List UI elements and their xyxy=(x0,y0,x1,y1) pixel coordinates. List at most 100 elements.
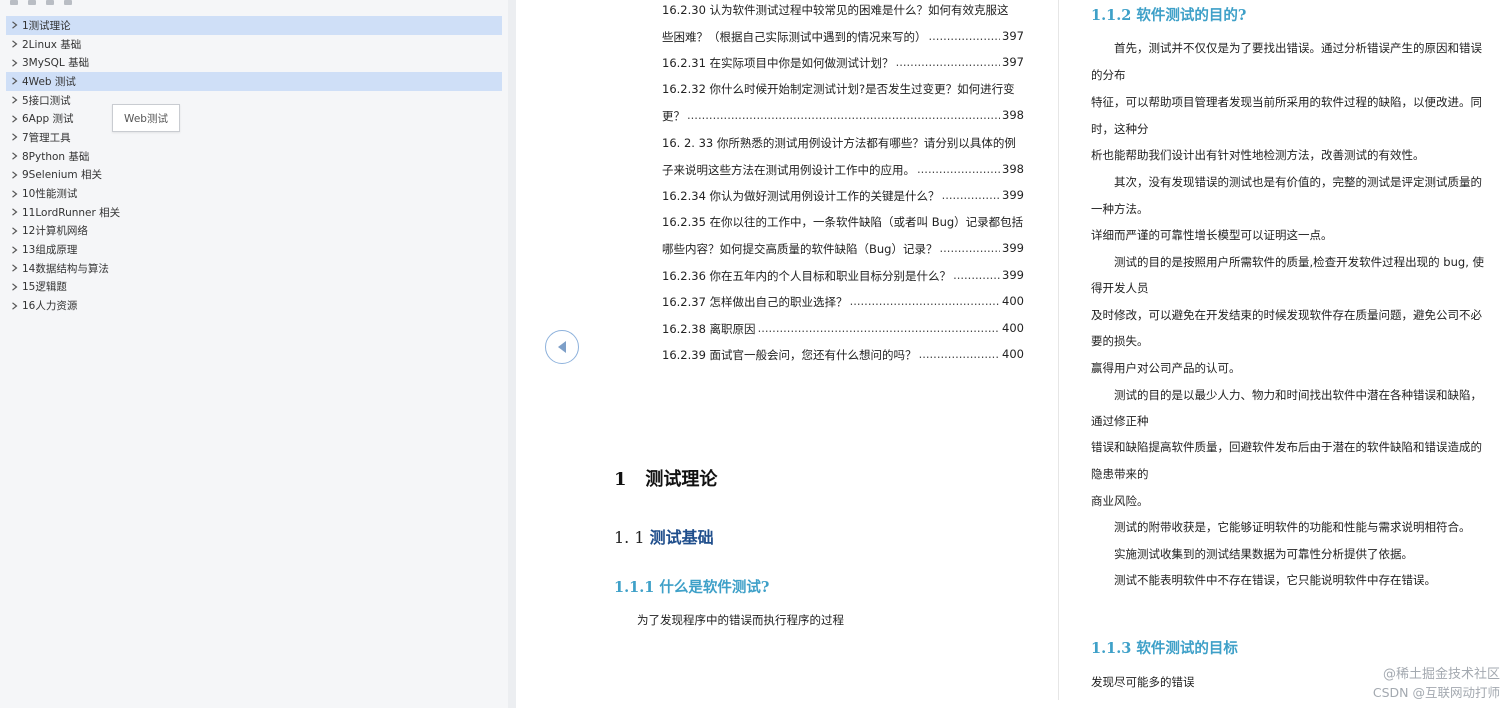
toc-entry-text: 哪些内容？如何提交高质量的软件缺陷（Bug）记录？ xyxy=(662,242,938,256)
toc-entry-16-2-36[interactable]: 16.2.36 你在五年内的个人目标和职业目标分别是什么？ 399 xyxy=(662,268,1024,284)
outline-item[interactable]: 14数据结构与算法 xyxy=(6,259,502,278)
toc-entry-16-2-30-line1[interactable]: 16.2.30 认为软件测试过程中较常见的困难是什么？如何有效克服这 xyxy=(662,2,1024,18)
toc-leader xyxy=(942,188,1000,204)
chevron-right-icon[interactable] xyxy=(6,301,22,310)
outline-item-label: 16人力资源 xyxy=(22,300,78,313)
outline-item[interactable]: 1测试理论 xyxy=(6,16,502,35)
outline-item[interactable]: 2Linux 基础 xyxy=(6,35,502,54)
toc-entry-16-2-33[interactable]: 子来说明这些方法在测试用例设计工作中的应用。 398 xyxy=(662,162,1024,178)
sidebar-splitter[interactable] xyxy=(508,0,516,708)
toc-entry-16-2-38[interactable]: 16.2.38 离职原因 400 xyxy=(662,321,1024,337)
outline-item[interactable]: 7管理工具 xyxy=(6,128,502,147)
toc-page-number: 400 xyxy=(1002,347,1024,361)
outline-item-label: 8Python 基础 xyxy=(22,150,90,163)
toc-leader xyxy=(687,108,1000,124)
toc-entry-16-2-34[interactable]: 16.2.34 你认为做好测试用例设计工作的关键是什么？ 399 xyxy=(662,188,1024,204)
outline-item[interactable]: 6App 测试 xyxy=(6,109,502,128)
chevron-right-icon[interactable] xyxy=(6,77,22,86)
toolbar-button-2[interactable] xyxy=(28,0,36,5)
outline-item-label: 12计算机网络 xyxy=(22,225,88,238)
chevron-right-icon[interactable] xyxy=(6,264,22,272)
body-text-line: 特征，可以帮助项目管理者发现当前所采用的软件过程的缺陷，以便改进。同 xyxy=(1091,95,1482,109)
chevron-right-icon[interactable] xyxy=(6,96,22,104)
toc-entry-16-2-32-line1[interactable]: 16.2.32 你什么时候开始制定测试计划?是否发生过变更？如何进行变 xyxy=(662,81,1024,97)
body-text-line: 要的损失。 xyxy=(1091,334,1149,348)
toolbar-button-1[interactable] xyxy=(10,0,18,5)
toc-entry-16-2-32[interactable]: 更？ 398 xyxy=(662,108,1024,124)
body-text-line: 测试不能表明软件中不存在错误，它只能说明软件中存在错误。 xyxy=(1114,573,1436,587)
outline-sidebar: 1测试理论 2Linux 基础 3MySQL 基础 4Web 测试 5接口测试 6App … xyxy=(0,0,509,708)
toc-page-number: 399 xyxy=(1002,188,1024,202)
toc-leader xyxy=(850,294,1000,310)
body-text-line: 隐患带来的 xyxy=(1091,467,1149,481)
chapter-number: 1 xyxy=(614,469,627,490)
triangle-left-icon xyxy=(558,341,566,353)
outline-item-label: 7管理工具 xyxy=(22,131,71,144)
outline-item[interactable]: 10性能测试 xyxy=(6,184,502,203)
toc-entry-16-2-37[interactable]: 16.2.37 怎样做出自己的职业选择？ 400 xyxy=(662,294,1024,310)
toc-page-number: 397 xyxy=(1002,29,1024,43)
outline-item[interactable]: 8Python 基础 xyxy=(6,147,502,166)
chevron-right-icon[interactable] xyxy=(6,59,22,67)
toc-page-number: 399 xyxy=(1002,241,1024,255)
chevron-right-icon[interactable] xyxy=(6,283,22,291)
toc-leader xyxy=(758,321,1000,337)
toc-leader xyxy=(896,55,1000,71)
toc-entry-text: 16.2.38 离职原因 xyxy=(662,322,756,336)
chevron-right-icon[interactable] xyxy=(6,227,22,235)
toc-entry-text: 子来说明这些方法在测试用例设计工作中的应用。 xyxy=(662,163,915,177)
body-text-line: 测试的目的是按照用户所需软件的质量,检查开发软件过程出现的 bug, 使 xyxy=(1114,255,1485,269)
chevron-right-icon[interactable] xyxy=(6,189,22,198)
outline-item[interactable]: 12计算机网络 xyxy=(6,222,502,241)
toc-leader xyxy=(929,29,1001,45)
subsection-heading-1-1-3: 1.1.3 软件测试的目标 xyxy=(1091,640,1238,657)
toc-page-number: 400 xyxy=(1002,294,1024,308)
subsection-heading-1-1-1: 1.1.1 什么是软件测试? xyxy=(614,579,770,596)
body-text-line: 一种方法。 xyxy=(1091,202,1149,216)
outline-item-label: 10性能测试 xyxy=(22,188,78,201)
outline-item[interactable]: 13组成原理 xyxy=(6,240,502,259)
chevron-right-icon[interactable] xyxy=(6,208,22,216)
outline-item[interactable]: 16人力资源 xyxy=(6,296,502,315)
toolbar-button-4[interactable] xyxy=(64,0,72,5)
chevron-right-icon[interactable] xyxy=(6,115,22,123)
section-heading: 1. 1 测试基础 xyxy=(614,524,714,548)
outline-item[interactable]: 9Selenium 相关 xyxy=(6,166,502,185)
outline-item[interactable]: 11LordRunner 相关 xyxy=(6,203,502,222)
chevron-right-icon[interactable] xyxy=(6,21,22,30)
body-text-line: 析也能帮助我们设计出有针对性地检测方法，改善测试的有效性。 xyxy=(1091,148,1425,162)
chevron-right-icon[interactable] xyxy=(6,133,22,142)
paragraph: 为了发现程序中的错误而执行程序的过程 xyxy=(637,613,844,627)
toc-entry-16-2-35[interactable]: 哪些内容？如何提交高质量的软件缺陷（Bug）记录？ 399 xyxy=(662,241,1024,257)
watermark-line-2: CSDN @互联网动打师 xyxy=(1372,685,1500,700)
chevron-right-icon[interactable] xyxy=(6,245,22,254)
outline-item-label: 14数据结构与算法 xyxy=(22,262,109,275)
toc-entry-text: 16.2.36 你在五年内的个人目标和职业目标分别是什么？ xyxy=(662,269,952,283)
body-text-line: 通过修正种 xyxy=(1091,414,1149,428)
toc-entry-16-2-33-line1[interactable]: 16. 2. 33 你所熟悉的测试用例设计方法都有哪些？请分别以具体的例 xyxy=(662,135,1024,151)
toc-page-number: 397 xyxy=(1002,55,1024,69)
toc-entry-16-2-31[interactable]: 16.2.31 在实际项目中你是如何做测试计划？ 397 xyxy=(662,55,1024,71)
outline-item-label: 15逻辑题 xyxy=(22,281,67,294)
toc-leader xyxy=(919,347,1000,363)
body-text-line: 其次，没有发现错误的测试也是有价值的，完整的测试是评定测试质量的 xyxy=(1114,175,1482,189)
outline-item[interactable]: 15逻辑题 xyxy=(6,278,502,297)
toc-entry-16-2-30[interactable]: 些困难？（根据自己实际测试中遇到的情况来写的） 397 xyxy=(662,29,1024,45)
previous-page-button[interactable] xyxy=(545,330,579,364)
outline-item[interactable]: 3MySQL 基础 xyxy=(6,53,502,72)
outline-item[interactable]: 4Web 测试 xyxy=(6,72,502,91)
body-text-line: 详细而严谨的可靠性增长模型可以证明这一点。 xyxy=(1091,228,1333,242)
chevron-right-icon[interactable] xyxy=(6,152,22,160)
chevron-right-icon[interactable] xyxy=(6,171,22,179)
toc-entry-text: 些困难？（根据自己实际测试中遇到的情况来写的） xyxy=(662,30,927,44)
watermark: @稀土掘金技术社区 CSDN @互联网动打师 xyxy=(1373,666,1500,702)
outline-item-label: 13组成原理 xyxy=(22,244,78,257)
toc-page-number: 399 xyxy=(1002,268,1024,282)
toolbar-button-3[interactable] xyxy=(46,0,54,5)
outline-item-label: 3MySQL 基础 xyxy=(22,57,90,70)
outline-item[interactable]: 5接口测试 xyxy=(6,91,502,110)
chevron-right-icon[interactable] xyxy=(6,40,22,48)
toc-entry-16-2-39[interactable]: 16.2.39 面试官一般会问，您还有什么想问的吗？ 400 xyxy=(662,347,1024,363)
subsection-heading-1-1-2: 1.1.2 软件测试的目的? xyxy=(1091,7,1247,24)
toc-entry-16-2-35-line1[interactable]: 16.2.35 在你以往的工作中，一条软件缺陷（或者叫 Bug）记录都包括 xyxy=(662,214,1024,230)
